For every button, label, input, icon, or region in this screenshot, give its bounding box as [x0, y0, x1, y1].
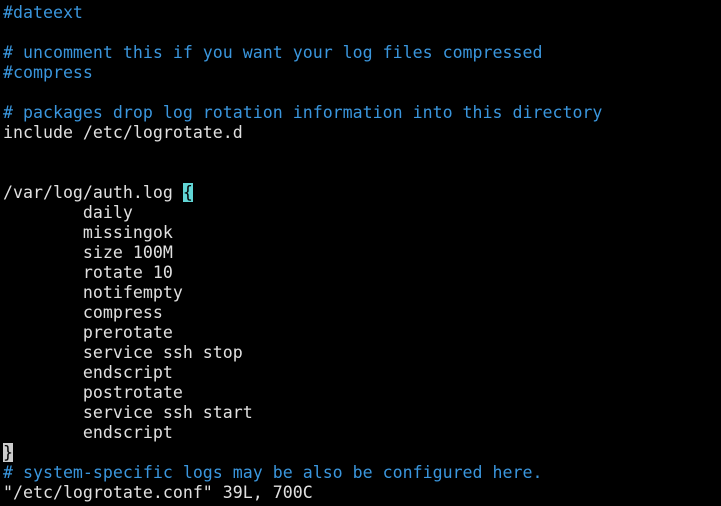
editor-line: } — [3, 443, 719, 463]
editor-line: endscript — [3, 363, 719, 383]
line-text: compress — [3, 303, 163, 322]
line-text: #compress — [3, 63, 93, 82]
matching-brace: } — [3, 443, 13, 462]
text-cursor[interactable]: { — [182, 183, 193, 202]
editor-line: # system-specific logs may be also be co… — [3, 463, 719, 483]
status-bar: "/etc/logrotate.conf" 39L, 700C — [3, 483, 719, 503]
line-text: include /etc/logrotate.d — [3, 123, 243, 142]
line-text: service ssh start — [3, 403, 253, 422]
line-text: notifempty — [3, 283, 183, 302]
line-text: service ssh stop — [3, 343, 243, 362]
editor-line: daily — [3, 203, 719, 223]
editor-line: rotate 10 — [3, 263, 719, 283]
editor-line: endscript — [3, 423, 719, 443]
editor-line: postrotate — [3, 383, 719, 403]
line-text: daily — [3, 203, 133, 222]
editor-line: #dateext — [3, 3, 719, 23]
editor-line: missingok — [3, 223, 719, 243]
editor-line: size 100M — [3, 243, 719, 263]
editor-line: compress — [3, 303, 719, 323]
editor-line: prerotate — [3, 323, 719, 343]
line-text: prerotate — [3, 323, 173, 342]
editor-line: service ssh start — [3, 403, 719, 423]
editor-line: /var/log/auth.log { — [3, 183, 719, 203]
line-text: postrotate — [3, 383, 183, 402]
editor-line: #compress — [3, 63, 719, 83]
line-text: #dateext — [3, 3, 83, 22]
editor-line: include /etc/logrotate.d — [3, 123, 719, 143]
editor-line: service ssh stop — [3, 343, 719, 363]
editor-line: # packages drop log rotation information… — [3, 103, 719, 123]
line-text: # uncomment this if you want your log fi… — [3, 43, 543, 62]
line-text: size 100M — [3, 243, 173, 262]
line-text: rotate 10 — [3, 263, 173, 282]
editor-line: notifempty — [3, 283, 719, 303]
status-message: "/etc/logrotate.conf" 39L, 700C — [3, 483, 313, 502]
line-text: missingok — [3, 223, 173, 242]
vim-terminal[interactable]: #dateext # uncomment this if you want yo… — [3, 3, 719, 503]
line-text: endscript — [3, 423, 173, 442]
editor-line: # uncomment this if you want your log fi… — [3, 43, 719, 63]
line-text: # system-specific logs may be also be co… — [3, 463, 543, 482]
line-text: endscript — [3, 363, 173, 382]
line-text: # packages drop log rotation information… — [3, 103, 603, 122]
line-text: /var/log/auth.log — [3, 183, 183, 202]
